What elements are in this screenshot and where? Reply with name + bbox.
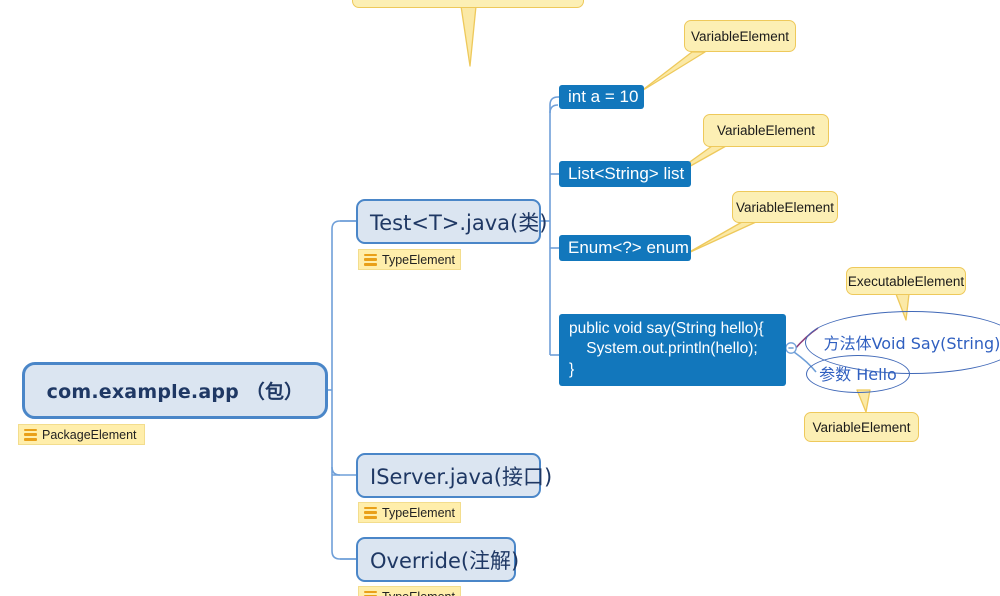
- badge-type-element-test[interactable]: TypeElement: [358, 249, 461, 270]
- node-field-int-a-label: int a = 10: [568, 87, 639, 106]
- node-field-int-a[interactable]: int a = 10: [559, 85, 644, 109]
- callout-variable-element-list-label: VariableElement: [716, 123, 816, 138]
- node-class-override-label: Override(注解): [370, 548, 520, 573]
- node-method-say[interactable]: public void say(String hello){ System.ou…: [559, 314, 786, 386]
- node-class-test[interactable]: Test<T>.java(类): [356, 199, 547, 244]
- list-icon: [24, 428, 37, 441]
- list-icon: [364, 253, 377, 266]
- node-method-say-code: public void say(String hello){ System.ou…: [569, 320, 764, 378]
- node-field-enum-label: Enum<?> enum: [568, 238, 689, 257]
- callout-variable-element-list[interactable]: VariableElement: [703, 114, 829, 147]
- callout-variable-element-hello-label: VariableElement: [812, 419, 911, 435]
- callout-executable-element-label: ExecutableElement: [847, 273, 965, 289]
- node-field-enum[interactable]: Enum<?> enum: [559, 235, 691, 261]
- callout-variable-element-enum[interactable]: VariableElement: [732, 191, 838, 223]
- callout-variable-element-int-a[interactable]: VariableElement: [684, 20, 796, 52]
- connector-lines: [328, 5, 910, 560]
- ellipse-parameter-hello[interactable]: 参数 Hello: [806, 355, 910, 393]
- callout-clipped-top[interactable]: [352, 0, 584, 8]
- node-class-iserver-label: IServer.java(接口): [370, 464, 553, 489]
- callout-variable-element-hello[interactable]: VariableElement: [804, 412, 919, 442]
- node-class-iserver[interactable]: IServer.java(接口): [356, 453, 552, 498]
- list-icon: [364, 506, 377, 519]
- node-class-test-label: Test<T>.java(类): [370, 210, 548, 235]
- callout-variable-element-int-a-label: VariableElement: [690, 28, 790, 44]
- ellipse-method-body-label: 方法体Void Say(String): [823, 333, 1000, 353]
- badge-type-element-iserver-label: TypeElement: [382, 505, 455, 520]
- badge-type-element-test-label: TypeElement: [382, 252, 455, 267]
- node-package-root-label: com.example.app （包）: [46, 381, 304, 403]
- node-field-list-label: List<String> list: [568, 164, 685, 183]
- callout-executable-element[interactable]: ExecutableElement: [846, 267, 966, 295]
- badge-type-element-override[interactable]: TypeElement: [358, 586, 461, 596]
- node-field-list[interactable]: List<String> list: [559, 161, 691, 187]
- node-class-override[interactable]: Override(注解): [356, 537, 520, 582]
- callout-variable-element-enum-label: VariableElement: [735, 199, 835, 215]
- badge-package-element-label: PackageElement: [42, 427, 137, 442]
- badge-type-element-override-label: TypeElement: [382, 590, 455, 596]
- badge-package-element[interactable]: PackageElement: [18, 424, 145, 445]
- node-package-root[interactable]: com.example.app （包）: [22, 362, 328, 419]
- badge-type-element-iserver[interactable]: TypeElement: [358, 502, 461, 523]
- mindmap-canvas: com.example.app （包） PackageElement Test<…: [0, 0, 1000, 596]
- list-icon: [364, 590, 377, 596]
- ellipse-parameter-hello-label: 参数 Hello: [819, 365, 897, 384]
